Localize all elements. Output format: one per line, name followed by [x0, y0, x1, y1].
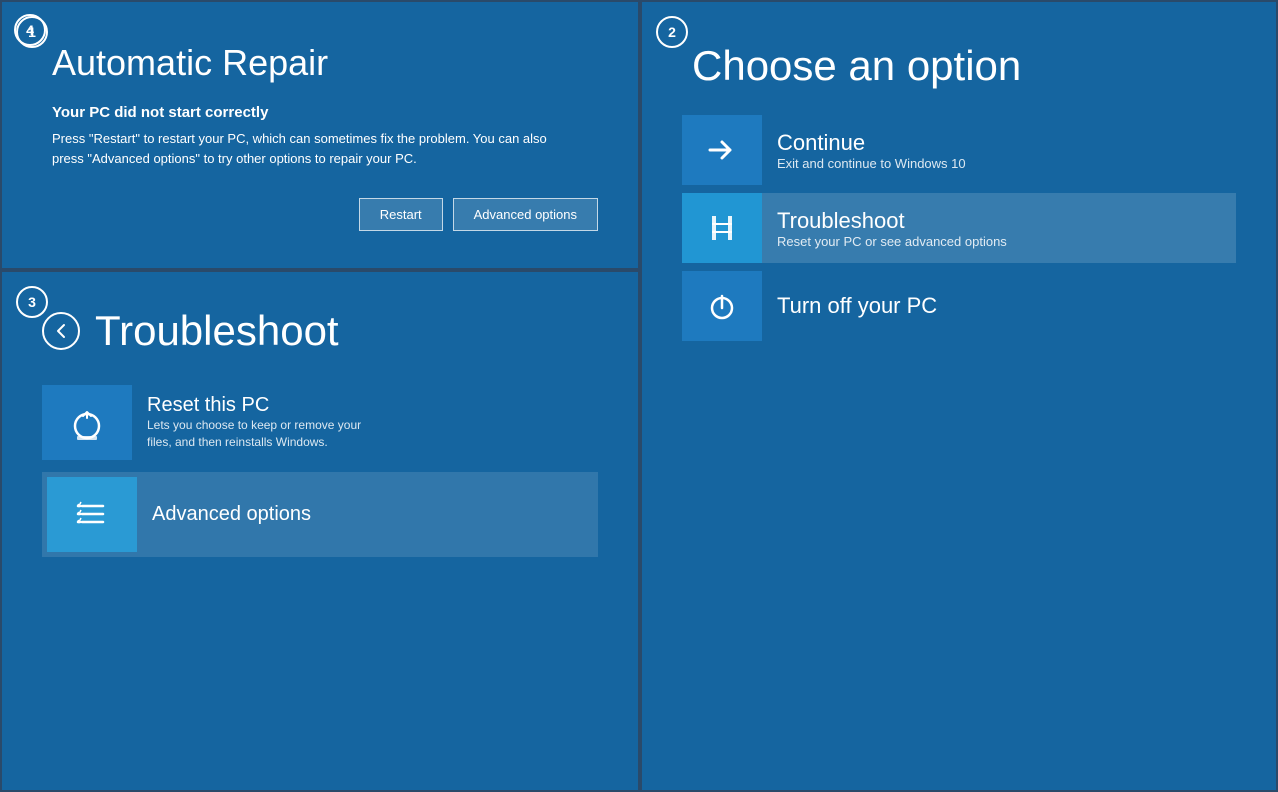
troubleshoot-icon-box [682, 193, 762, 263]
turn-off-title: Turn off your PC [777, 293, 937, 319]
automatic-repair-buttons: Restart Advanced options [42, 198, 598, 231]
continue-desc: Exit and continue to Windows 10 [777, 156, 966, 171]
advanced-ts-icon-box [47, 477, 137, 552]
reset-pc-text: Reset this PC Lets you choose to keep or… [147, 394, 367, 451]
advanced-options-button-1[interactable]: Advanced options [453, 198, 598, 231]
restart-button[interactable]: Restart [359, 198, 443, 231]
option-continue[interactable]: Continue Exit and continue to Windows 10 [682, 115, 1236, 185]
option-reset-pc[interactable]: Reset this PC Lets you choose to keep or… [42, 385, 598, 460]
continue-text: Continue Exit and continue to Windows 10 [777, 130, 966, 171]
panel-automatic-repair: 1 Automatic Repair Your PC did not start… [0, 0, 640, 270]
step-badge-3: 3 [16, 286, 48, 318]
arrow-right-icon [702, 130, 742, 170]
troubleshoot-header: Troubleshoot [42, 307, 598, 355]
troubleshoot-title: Troubleshoot [777, 208, 1007, 234]
option-turn-off[interactable]: Turn off your PC [682, 271, 1236, 341]
checklist-icon [70, 492, 115, 537]
power-icon [702, 286, 742, 326]
panel-troubleshoot: 3 Troubleshoot Reset this PC Lets you ch… [0, 270, 640, 792]
turn-off-text: Turn off your PC [777, 293, 937, 319]
troubleshoot-desc: Reset your PC or see advanced options [777, 234, 1007, 249]
back-arrow-icon [52, 322, 70, 340]
option-advanced-ts[interactable]: Advanced options [42, 472, 598, 557]
back-button-3[interactable] [42, 312, 80, 350]
continue-icon-box [682, 115, 762, 185]
reset-pc-title: Reset this PC [147, 394, 367, 417]
turn-off-icon-box [682, 271, 762, 341]
reset-pc-icon-box [42, 385, 132, 460]
automatic-repair-title: Automatic Repair [52, 42, 598, 84]
continue-title: Continue [777, 130, 966, 156]
wrench-icon [702, 208, 742, 248]
refresh-icon [62, 398, 112, 448]
option-troubleshoot[interactable]: Troubleshoot Reset your PC or see advanc… [682, 193, 1236, 263]
troubleshoot-page-title: Troubleshoot [95, 307, 339, 355]
automatic-repair-subtitle: Your PC did not start correctly [52, 104, 598, 121]
panel-choose-option: 2 Choose an option Continue Exit and con… [640, 0, 1278, 792]
step-badge-2: 2 [656, 16, 688, 48]
advanced-ts-text: Advanced options [152, 503, 311, 526]
advanced-ts-title: Advanced options [152, 503, 311, 526]
troubleshoot-text: Troubleshoot Reset your PC or see advanc… [777, 208, 1007, 249]
automatic-repair-description: Press "Restart" to restart your PC, whic… [52, 129, 572, 168]
reset-pc-desc: Lets you choose to keep or remove your f… [147, 417, 367, 451]
choose-option-title: Choose an option [692, 42, 1236, 90]
